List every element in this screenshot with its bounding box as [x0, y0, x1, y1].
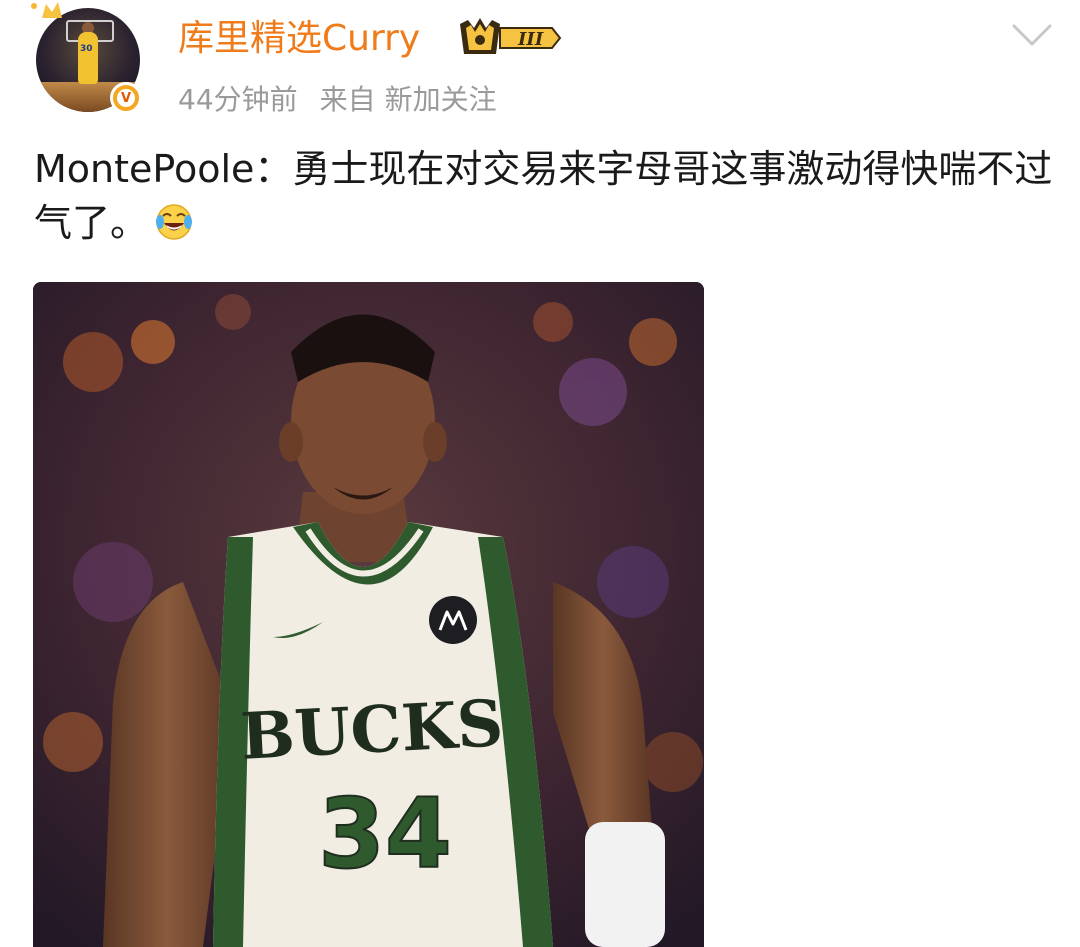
chevron-down-icon[interactable]	[1010, 16, 1054, 52]
verified-badge-icon: V	[110, 82, 142, 114]
post-header: 30 V 库里精选Curry III 44分钟前 来自 新加关注	[0, 0, 1080, 130]
post-meta: 44分钟前 来自 新加关注	[178, 80, 497, 120]
level-crown-badge-icon[interactable]: III	[456, 16, 566, 60]
post-image[interactable]: BUCKS 34	[33, 282, 704, 947]
post-time: 44分钟前	[178, 83, 298, 116]
jersey-number-text: 34	[318, 778, 452, 890]
jersey-team-text: BUCKS	[239, 686, 505, 775]
player-photo: BUCKS 34	[33, 282, 704, 947]
avatar[interactable]: 30 V	[31, 2, 142, 114]
laughing-crying-emoji-icon	[156, 204, 193, 240]
author-name[interactable]: 库里精选Curry	[178, 14, 420, 64]
post-source: 新加关注	[384, 83, 497, 116]
post-text: MontePoole：勇士现在对交易来字母哥这事激动得快喘不过气了。	[34, 142, 1054, 250]
level-text: III	[517, 29, 544, 50]
source-prefix: 来自	[319, 83, 376, 116]
avatar-jersey-number: 30	[80, 44, 93, 54]
crown-decoration-icon	[31, 2, 62, 18]
